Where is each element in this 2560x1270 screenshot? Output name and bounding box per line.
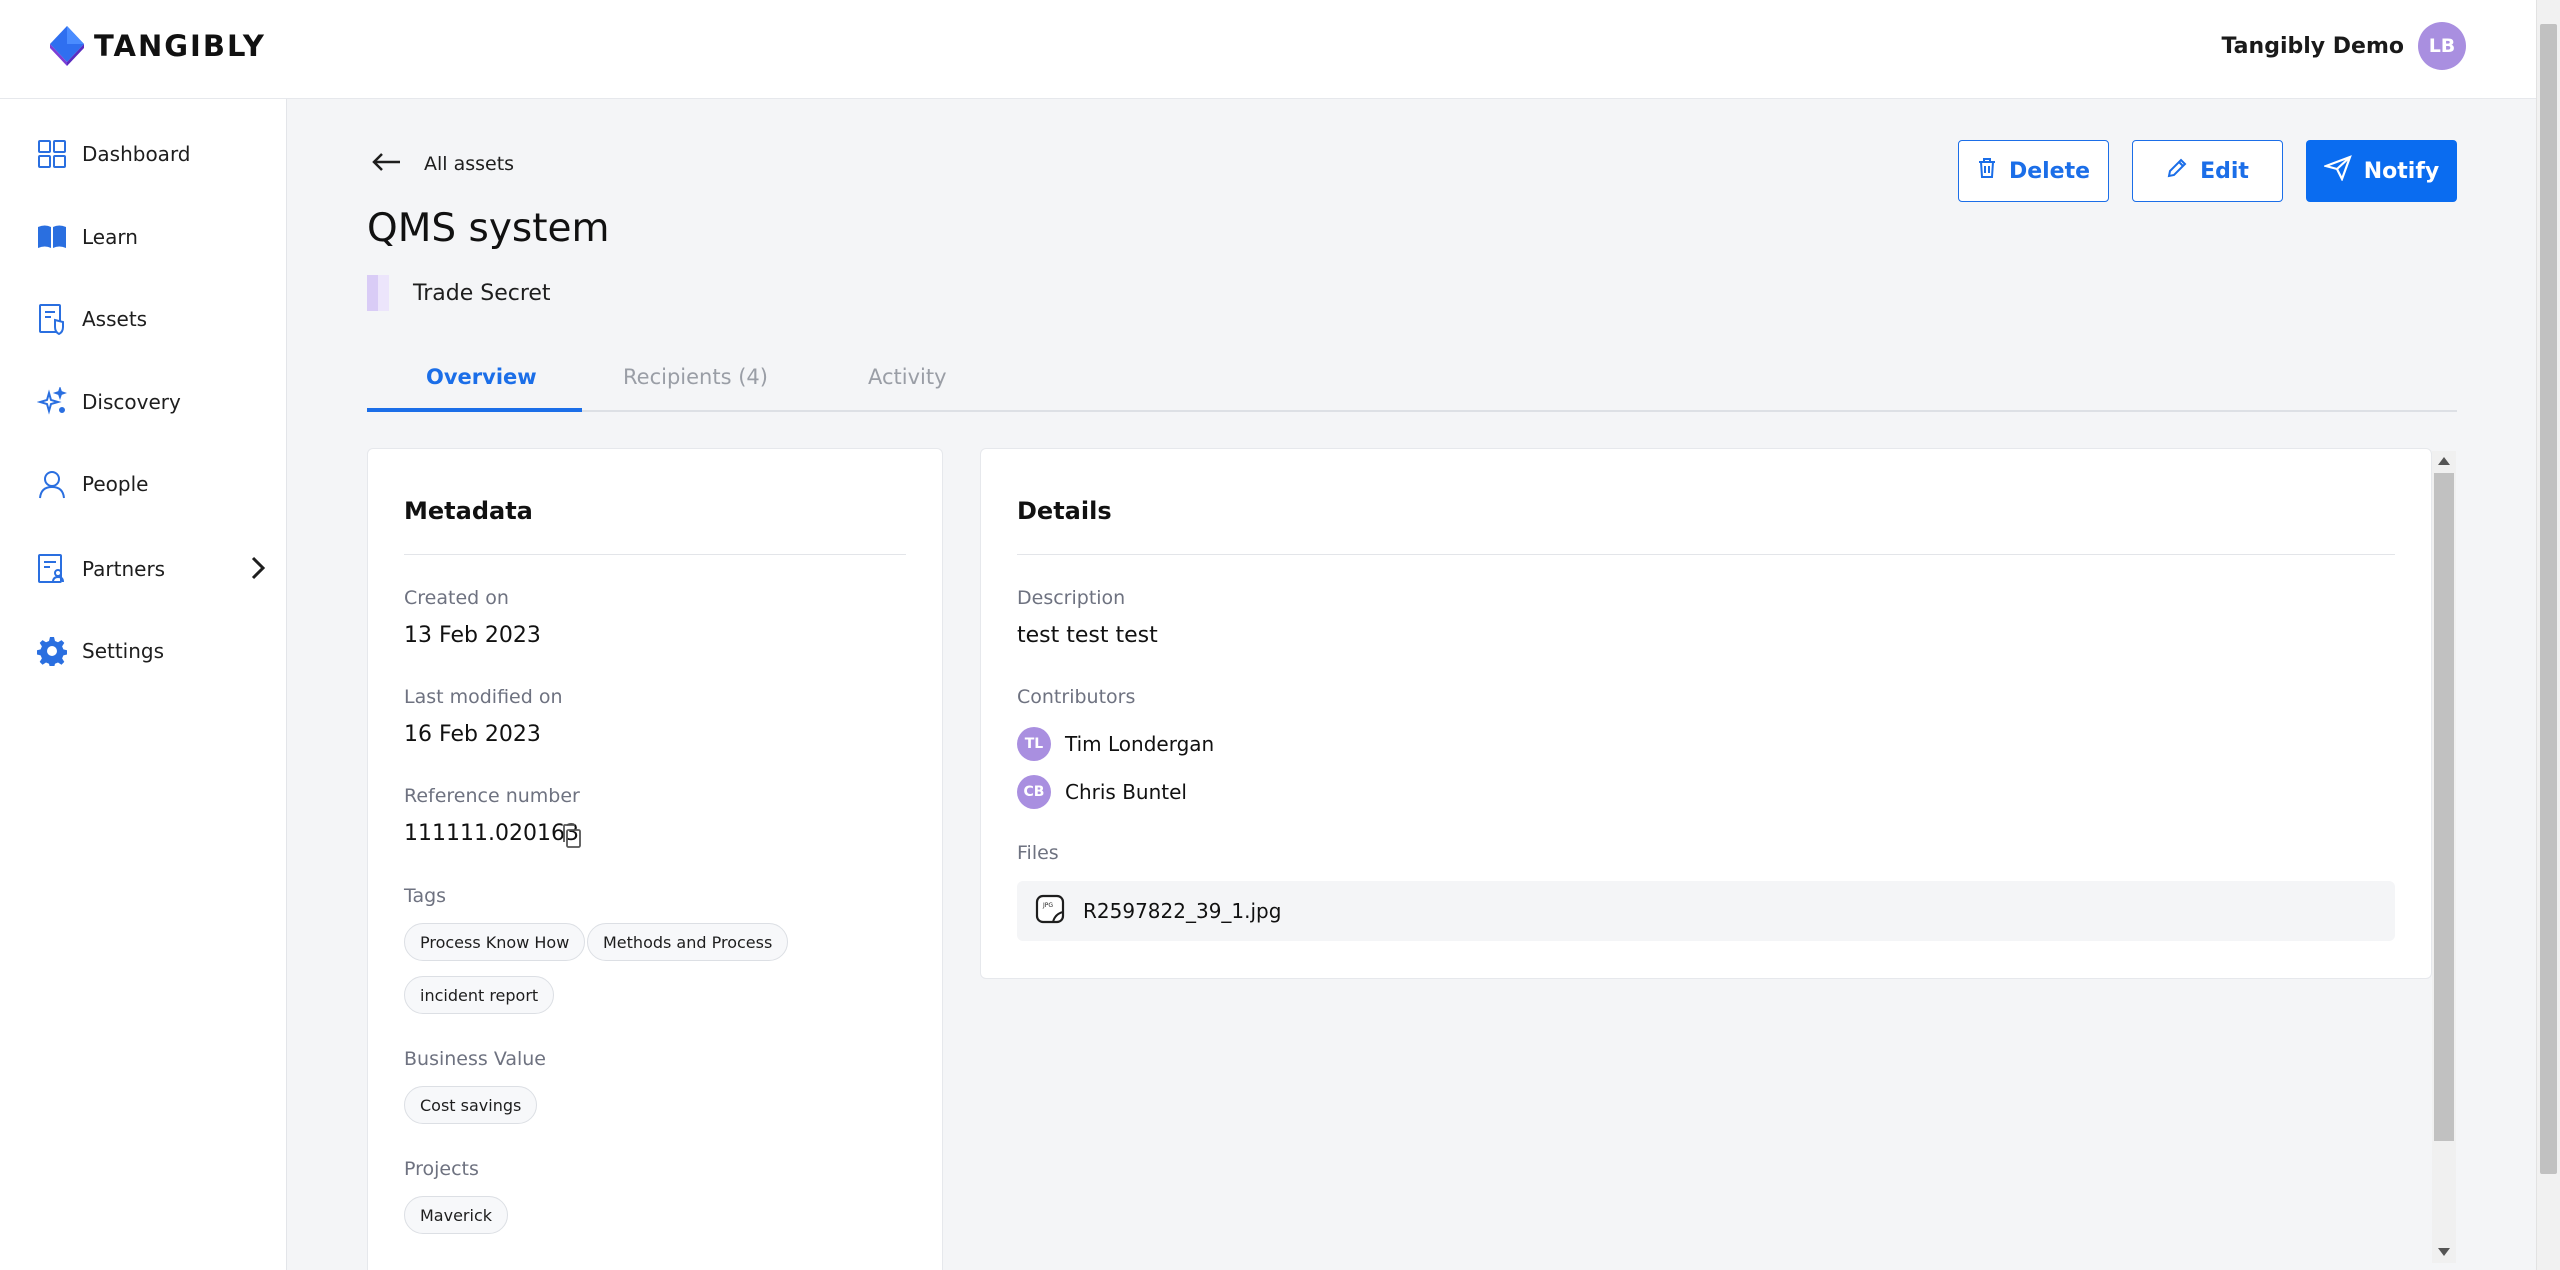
dashboard-grid-icon [36,138,68,170]
sidebar-item-dashboard[interactable]: Dashboard [36,134,266,174]
last-modified-label: Last modified on [404,686,563,708]
sidebar-item-settings[interactable]: Settings [36,631,266,671]
sidebar-item-assets[interactable]: Assets [36,299,266,339]
delete-button-label: Delete [2008,158,2091,184]
sidebar-item-learn[interactable]: Learn [36,217,266,257]
org-name: Tangibly Demo [2221,33,2404,59]
gear-icon [36,635,68,667]
sidebar-item-discovery[interactable]: Discovery [36,382,266,422]
active-tab-indicator [367,408,582,412]
brand-name: TANGIBLY [94,29,266,63]
sidebar-item-label: Assets [82,307,148,331]
contributor-name: Chris Buntel [1065,780,1187,804]
contributor-avatar: CB [1017,775,1051,809]
edit-button-label: Edit [2200,158,2249,184]
details-title: Details [1017,497,1112,525]
svg-text:JPG: JPG [1042,902,1053,909]
notify-button-label: Notify [2363,158,2440,184]
contributor: TL Tim Londergan [1017,727,1214,761]
sidebar-item-label: Discovery [82,390,181,414]
business-value-label: Business Value [404,1048,546,1070]
tags-label: Tags [404,885,447,907]
pencil-icon [2166,157,2188,185]
asset-type: Trade Secret [367,275,551,311]
description-label: Description [1017,587,1126,609]
sidebar: Dashboard Learn Assets Discovery People … [0,99,287,1270]
contributor: CB Chris Buntel [1017,775,1187,809]
details-card: Details Description test test test Contr… [980,448,2432,979]
send-icon [2322,155,2352,187]
notify-button[interactable]: Notify [2306,140,2457,202]
scroll-up-arrow-icon[interactable] [2438,457,2450,465]
top-bar: TANGIBLY Tangibly Demo LB [0,0,2536,99]
scroll-down-arrow-icon[interactable] [2438,1248,2450,1256]
contributor-avatar: TL [1017,727,1051,761]
tangibly-logo-icon [50,26,84,66]
project-chip[interactable]: Maverick [404,1196,509,1234]
created-on-label: Created on [404,587,509,609]
contributor-name: Tim Londergan [1065,732,1215,756]
jpg-file-icon: JPG [1035,894,1065,928]
sidebar-item-label: Learn [82,225,138,249]
account-menu[interactable]: Tangibly Demo LB [2222,22,2466,70]
content-scrollbar[interactable] [2432,451,2456,1263]
tag-chip[interactable]: Methods and Process [587,923,789,961]
page-scrollbar-thumb[interactable] [2540,24,2557,1174]
file-item[interactable]: JPG R2597822_39_1.jpg [1017,881,2395,941]
metadata-title: Metadata [404,497,533,525]
sidebar-item-label: Dashboard [82,142,191,166]
arrow-left-icon [372,152,402,176]
page-scrollbar[interactable] [2536,0,2560,1270]
created-on-value: 13 Feb 2023 [404,623,541,648]
description-value: test test test [1017,623,1158,648]
sidebar-item-people[interactable]: People [36,464,266,504]
last-modified-value: 16 Feb 2023 [404,722,541,747]
content-scrollbar-thumb[interactable] [2434,473,2454,1141]
sidebar-item-partners[interactable]: Partners [36,549,266,589]
sidebar-item-label: Settings [82,639,165,663]
contributors-label: Contributors [1017,686,1136,708]
business-value-chip[interactable]: Cost savings [404,1086,538,1124]
tab-recipients[interactable]: Recipients (4) [623,365,768,389]
delete-button[interactable]: Delete [1958,140,2109,202]
divider [1017,554,2395,555]
back-to-all-assets-link[interactable]: All assets [372,152,514,176]
book-icon [36,221,68,253]
projects-label: Projects [404,1158,479,1180]
tab-overview[interactable]: Overview [426,365,537,389]
tab-activity[interactable]: Activity [868,365,947,389]
asset-type-label: Trade Secret [413,280,551,306]
asset-document-shield-icon [36,303,68,335]
asset-tabs: Overview Recipients (4) Activity [367,355,2457,412]
user-avatar[interactable]: LB [2418,22,2466,70]
reference-number-value: 111111.020163 [404,821,579,846]
copy-icon[interactable] [560,823,582,853]
edit-button[interactable]: Edit [2132,140,2283,202]
sidebar-item-label: Partners [82,557,166,581]
page-title: QMS system [367,206,610,251]
reference-number-label: Reference number [404,785,580,807]
tag-chip[interactable]: incident report [404,976,555,1014]
partner-document-icon [36,553,68,585]
sidebar-item-label: People [82,472,149,496]
person-icon [36,468,68,500]
metadata-card: Metadata Created on 13 Feb 2023 Last mod… [367,448,943,1270]
divider [404,554,906,555]
tag-chip[interactable]: Process Know How [404,923,586,961]
chevron-right-icon[interactable] [250,555,266,585]
asset-type-swatch [367,275,389,311]
sparkle-icon [36,386,68,418]
file-name: R2597822_39_1.jpg [1083,899,1282,923]
back-link-label: All assets [424,153,515,175]
brand-logo[interactable]: TANGIBLY [46,24,266,68]
files-label: Files [1017,842,1059,864]
trash-icon [1977,157,1997,185]
